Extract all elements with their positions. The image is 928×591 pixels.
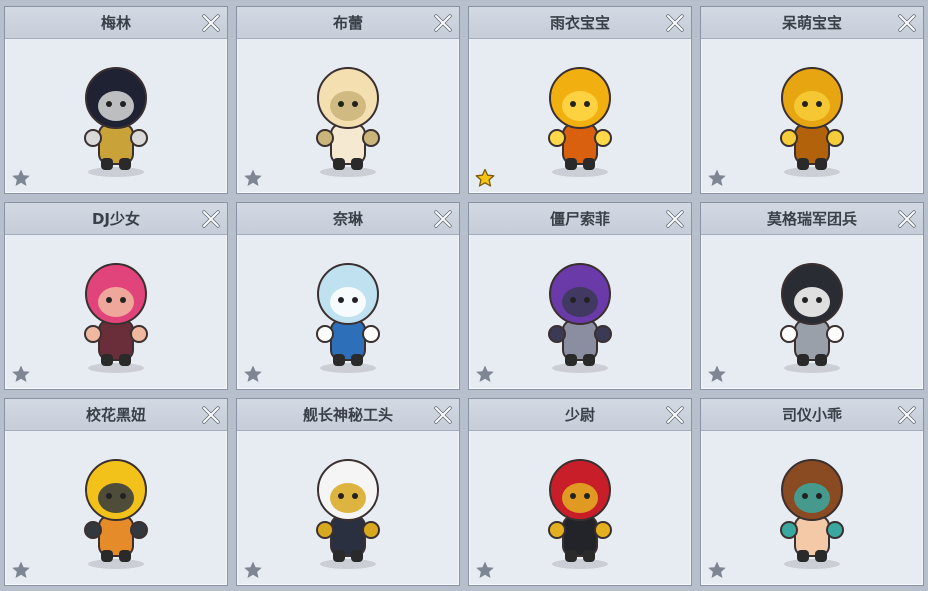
close-icon[interactable]	[664, 404, 686, 426]
card-header: 奈琳	[237, 203, 459, 235]
card-header: 莫格瑞军团兵	[701, 203, 923, 235]
card-header: DJ少女	[5, 203, 227, 235]
pet-name: 司仪小乖	[781, 406, 842, 424]
pet-name: 校花黑妞	[85, 406, 146, 424]
pet-card[interactable]: 莫格瑞军团兵	[700, 202, 924, 390]
star-icon[interactable]	[11, 560, 31, 580]
raincoat-baby-pet-icon	[525, 54, 635, 178]
captain-pet-icon	[293, 446, 403, 570]
close-icon[interactable]	[896, 404, 918, 426]
close-icon[interactable]	[664, 208, 686, 230]
card-body	[701, 39, 923, 193]
close-icon[interactable]	[200, 404, 222, 426]
star-icon[interactable]	[475, 560, 495, 580]
card-body	[469, 235, 691, 389]
pet-card[interactable]: DJ少女	[4, 202, 228, 390]
close-icon[interactable]	[664, 12, 686, 34]
pet-card[interactable]: 司仪小乖	[700, 398, 924, 586]
star-icon[interactable]	[11, 168, 31, 188]
star-icon[interactable]	[707, 168, 727, 188]
pet-name: 奈琳	[332, 210, 363, 228]
dj-girl-pet-icon	[61, 250, 171, 374]
star-icon[interactable]	[475, 364, 495, 384]
school-girl-pet-icon	[61, 446, 171, 570]
card-body	[5, 431, 227, 585]
card-header: 呆萌宝宝	[701, 7, 923, 39]
star-icon[interactable]	[243, 364, 263, 384]
pet-name: DJ少女	[91, 210, 141, 228]
pet-card[interactable]: 梅林	[4, 6, 228, 194]
card-body	[237, 39, 459, 193]
nairin-pet-icon	[293, 250, 403, 374]
card-header: 梅林	[5, 7, 227, 39]
wizard-pet-icon	[61, 54, 171, 178]
mc-boy-pet-icon	[757, 446, 867, 570]
card-header: 雨衣宝宝	[469, 7, 691, 39]
pet-name: 梅林	[100, 14, 131, 32]
card-header: 布蕾	[237, 7, 459, 39]
pet-name: 舰长神秘工头	[302, 406, 393, 424]
ensign-pet-icon	[525, 446, 635, 570]
pet-name: 呆萌宝宝	[781, 14, 842, 32]
pet-name: 莫格瑞军团兵	[766, 210, 857, 228]
card-header: 少尉	[469, 399, 691, 431]
card-body	[5, 39, 227, 193]
blonde-girl-pet-icon	[293, 54, 403, 178]
star-icon[interactable]	[11, 364, 31, 384]
pet-card[interactable]: 呆萌宝宝	[700, 6, 924, 194]
star-icon[interactable]	[243, 168, 263, 188]
card-body	[237, 431, 459, 585]
cute-baby-pet-icon	[757, 54, 867, 178]
card-header: 司仪小乖	[701, 399, 923, 431]
pet-name: 雨衣宝宝	[549, 14, 610, 32]
pet-card[interactable]: 奈琳	[236, 202, 460, 390]
card-header: 僵尸索菲	[469, 203, 691, 235]
card-body	[701, 235, 923, 389]
pet-name: 僵尸索菲	[549, 210, 610, 228]
star-icon[interactable]	[243, 560, 263, 580]
card-header: 舰长神秘工头	[237, 399, 459, 431]
star-icon[interactable]	[707, 560, 727, 580]
pet-grid: 梅林 布蕾 雨衣宝宝 呆萌宝宝 DJ少女 奈琳 僵尸索菲 莫格瑞军团兵校花黑妞 舰长神秘工头 少尉…	[0, 0, 928, 591]
robot-soldier-pet-icon	[757, 250, 867, 374]
close-icon[interactable]	[200, 12, 222, 34]
card-body	[469, 431, 691, 585]
close-icon[interactable]	[896, 208, 918, 230]
pet-card[interactable]: 少尉	[468, 398, 692, 586]
close-icon[interactable]	[200, 208, 222, 230]
pet-card[interactable]: 僵尸索菲	[468, 202, 692, 390]
card-body	[469, 39, 691, 193]
star-filled-icon[interactable]	[475, 168, 495, 188]
star-icon[interactable]	[707, 364, 727, 384]
pet-card[interactable]: 布蕾	[236, 6, 460, 194]
close-icon[interactable]	[432, 12, 454, 34]
pet-card[interactable]: 校花黑妞	[4, 398, 228, 586]
card-header: 校花黑妞	[5, 399, 227, 431]
pet-card[interactable]: 舰长神秘工头	[236, 398, 460, 586]
pet-name: 布蕾	[332, 14, 363, 32]
card-body	[701, 431, 923, 585]
pet-name: 少尉	[564, 406, 595, 424]
zombie-sophie-pet-icon	[525, 250, 635, 374]
close-icon[interactable]	[432, 404, 454, 426]
close-icon[interactable]	[432, 208, 454, 230]
pet-card[interactable]: 雨衣宝宝	[468, 6, 692, 194]
close-icon[interactable]	[896, 12, 918, 34]
card-body	[237, 235, 459, 389]
card-body	[5, 235, 227, 389]
